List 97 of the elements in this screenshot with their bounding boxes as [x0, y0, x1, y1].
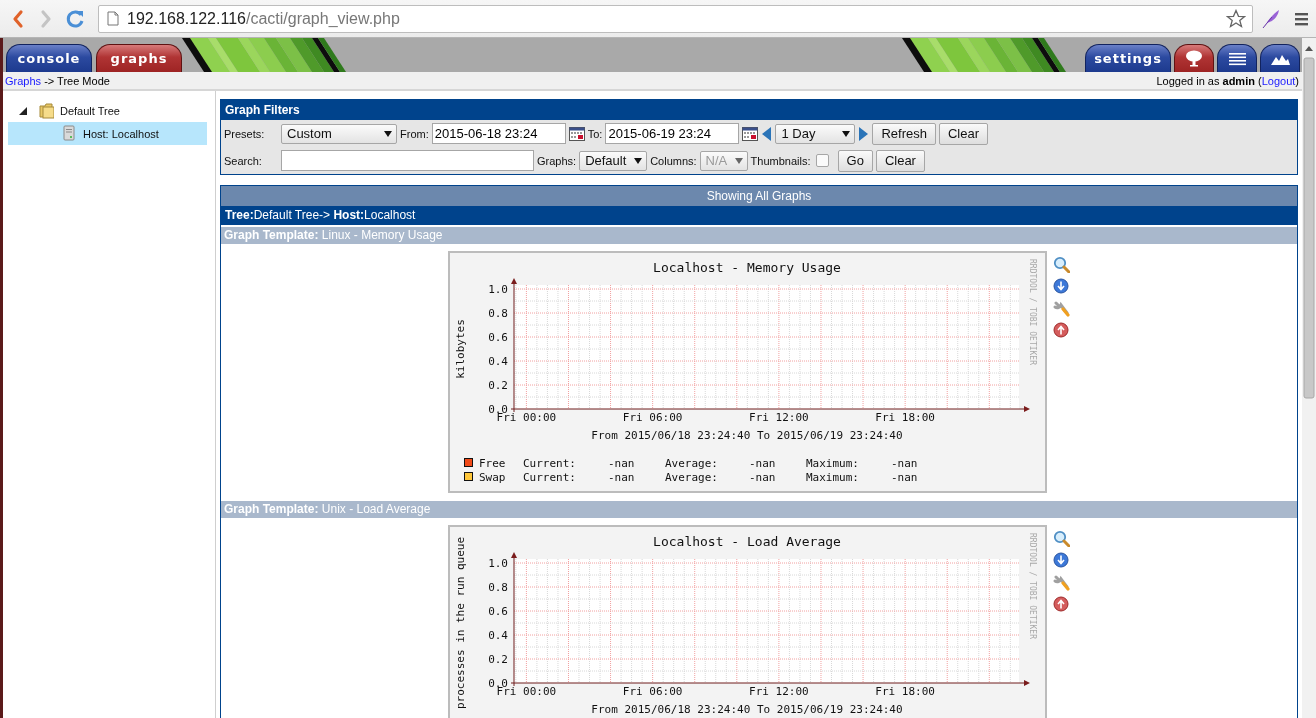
view-tab[interactable] [1217, 44, 1257, 72]
axis-tick-label: Fri 18:00 [875, 411, 935, 424]
view-tab[interactable] [1260, 44, 1300, 72]
breadcrumb: Graphs -> Tree Mode [5, 74, 110, 87]
credit-text: RRDTOOL / TOBI OETIKER [1028, 259, 1037, 365]
field-label: To: [587, 127, 603, 140]
legend-stat-label: Average: [665, 457, 718, 470]
credit-text: RRDTOOL / TOBI OETIKER [1028, 533, 1037, 639]
legend-stat-label: Current: [523, 471, 576, 484]
section-header: Graph Template: Unix - Load Average [221, 501, 1297, 518]
expand-toggle-icon[interactable] [18, 105, 28, 116]
tree-path: Tree:Default Tree-> Host:Localhost [221, 206, 1297, 225]
feather-icon[interactable] [1261, 8, 1281, 29]
calendar-icon[interactable] [568, 125, 585, 142]
logout-link[interactable]: Logout [1261, 74, 1296, 87]
field-label: Presets: [224, 127, 266, 140]
field-label: Columns: [650, 154, 697, 167]
list-icon [1227, 50, 1247, 67]
view-tab[interactable] [1174, 44, 1214, 72]
legend-value: -nan [891, 457, 918, 470]
caret-icon [734, 156, 743, 165]
star-icon[interactable] [1226, 9, 1246, 28]
button[interactable]: Clear [875, 149, 925, 172]
folder-icon [38, 102, 54, 119]
left-arrow-icon[interactable] [761, 124, 773, 143]
zoom-icon[interactable] [1053, 530, 1070, 547]
right-arrow-icon[interactable] [858, 124, 870, 143]
nav-tab[interactable]: settings [1085, 44, 1171, 72]
nav-tab[interactable]: graphs [96, 44, 182, 72]
axis-tick-label: 1.0 [488, 557, 508, 570]
legend-value: -nan [891, 471, 918, 484]
input-field[interactable] [281, 150, 534, 171]
menu-icon[interactable] [1295, 10, 1308, 27]
axis-tick-label: Fri 18:00 [875, 685, 935, 698]
axis-tick-label: 0.6 [488, 605, 508, 618]
caret-icon [384, 129, 392, 138]
dropdown[interactable]: 1 Day [775, 123, 856, 144]
chart-title: Localhost - Load Average [653, 534, 841, 549]
legend-stat-label: Average: [665, 471, 718, 484]
field-label: From: [400, 127, 429, 140]
breadcrumb-link[interactable]: Graphs [5, 74, 42, 87]
zoom-icon[interactable] [1053, 256, 1070, 273]
axis-tick-label: 0.8 [488, 307, 508, 320]
chart-title: Localhost - Memory Usage [653, 260, 841, 275]
caret-icon [634, 156, 643, 165]
field-label: Graphs: [537, 154, 577, 167]
axis-tick-label: 0.2 [488, 653, 508, 666]
panel-title: Graph Filters [221, 100, 1297, 120]
input-field[interactable]: 2015-06-18 23:24 [431, 123, 566, 144]
page-icon [107, 11, 119, 26]
dropdown[interactable]: Default [579, 150, 648, 171]
axis-tick-label: 0.8 [488, 581, 508, 594]
legend-value: -nan [749, 457, 776, 470]
checkbox[interactable] [815, 154, 829, 167]
axis-tick-label: Fri 12:00 [749, 411, 809, 424]
section-header: Graph Template: Linux - Memory Usage [221, 227, 1297, 244]
time-range: From 2015/06/18 23:24:40 To 2015/06/19 23:24:40 [591, 703, 903, 716]
legend-stat-label: Current: [523, 457, 576, 470]
axis-tick-label: 1.0 [488, 283, 508, 296]
reload-icon[interactable] [66, 8, 84, 29]
caret-icon [842, 129, 851, 138]
field-label: Search: [224, 154, 263, 167]
time-range: From 2015/06/18 23:24:40 To 2015/06/19 23:24:40 [591, 429, 903, 442]
calendar-icon[interactable] [742, 125, 759, 142]
legend-label: Free [479, 457, 506, 470]
axis-tick-label: Fri 12:00 [749, 685, 809, 698]
wrench-icon[interactable] [1053, 300, 1070, 317]
legend-value: -nan [608, 471, 635, 484]
field-label: Thumbnails: [750, 154, 811, 167]
button[interactable]: Go [837, 149, 873, 172]
axis-tick-label: Fri 06:00 [622, 685, 683, 698]
legend-stat-label: Maximum: [806, 471, 859, 484]
address-bar[interactable]: 192.168.122.116/cacti/graph_view.php [98, 4, 1253, 33]
button[interactable]: Clear [938, 122, 989, 145]
tree-icon [1184, 50, 1204, 67]
axis-tick-label: 0.4 [488, 355, 508, 368]
legend-value: -nan [608, 457, 635, 470]
panel-header: Showing All Graphs [221, 186, 1297, 206]
axis-tick-label: 0.2 [488, 379, 508, 392]
axis-tick-label: 0.6 [488, 331, 508, 344]
axis-title: processes in the run queue [454, 536, 467, 710]
login-status: Logged in as admin (Logout) [1156, 74, 1299, 87]
server-icon [61, 125, 77, 142]
nav-tab[interactable]: console [6, 44, 92, 72]
legend-value: -nan [749, 471, 776, 484]
input-field[interactable]: 2015-06-19 23:24 [605, 123, 740, 144]
scrollbar[interactable] [1302, 38, 1316, 718]
axis-title: kilobytes [454, 319, 467, 379]
legend-label: Swap [479, 471, 506, 484]
tree-item[interactable]: Host: Localhost [8, 122, 207, 145]
axis-tick-label: 0.4 [488, 629, 508, 642]
wrench-icon[interactable] [1053, 574, 1070, 591]
button[interactable]: Refresh [872, 122, 936, 145]
legend-stat-label: Maximum: [806, 457, 859, 470]
dropdown[interactable]: Custom [281, 123, 397, 144]
tree-item[interactable]: Default Tree [38, 99, 120, 122]
axis-tick-label: Fri 06:00 [622, 411, 683, 424]
